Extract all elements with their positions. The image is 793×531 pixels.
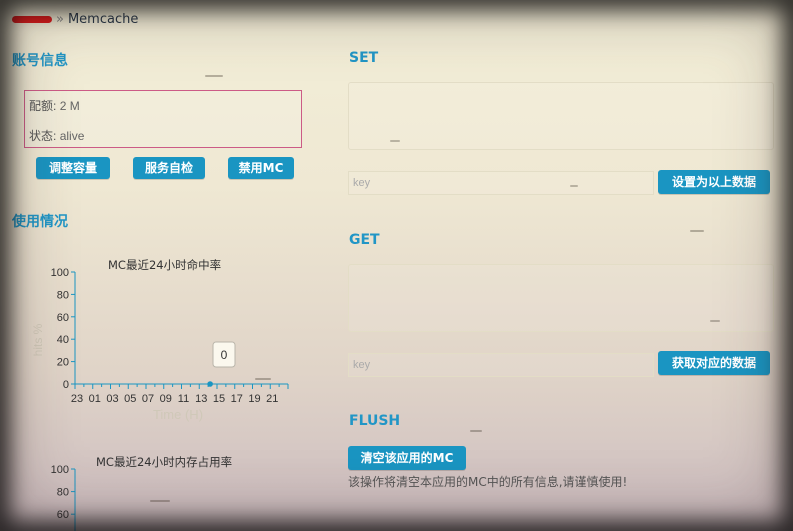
memory-usage-y-tick-label: 100 — [51, 464, 69, 476]
self-check-button[interactable]: 服务自检 — [133, 157, 205, 179]
memory-usage-chart: 60 80 100 — [51, 464, 76, 531]
hit-rate-y-tick-label: 20 — [57, 357, 69, 369]
status-row: 状态: alive — [29, 129, 85, 143]
hit-rate-y-tick-label: 0 — [63, 379, 69, 391]
usage-title: 使用情况 — [12, 214, 68, 230]
hit-rate-y-tick-label: 80 — [57, 289, 69, 301]
hit-rate-x-tick-label: 11 — [178, 393, 189, 405]
flush-mc-button[interactable]: 清空该应用的MC — [348, 446, 466, 470]
breadcrumb-current: Memcache — [67, 12, 139, 27]
hit-rate-x-tick-label: 13 — [195, 393, 207, 405]
disable-mc-button[interactable]: 禁用MC — [228, 157, 294, 179]
page-frame: » Memcache 账号信息 配额: 2 M 状态: alive 调整容量 服… — [0, 0, 793, 531]
resize-capacity-button[interactable]: 调整容量 — [36, 157, 110, 179]
set-value-textarea[interactable] — [348, 82, 774, 150]
memory-usage-y-tick-label: 80 — [57, 487, 69, 499]
hit-rate-y-tick-label: 40 — [57, 334, 69, 346]
account-info-title: 账号信息 — [12, 53, 68, 69]
hit-rate-y-tick-label: 100 — [51, 267, 69, 279]
hit-rate-tooltip: 0 — [212, 341, 236, 368]
get-value-textarea[interactable] — [348, 264, 774, 332]
get-title: GET — [349, 232, 380, 248]
hit-rate-chart: hits % Time (H) 0 20 40 60 80 100 23 01 03 05 07 09… — [31, 267, 289, 422]
hit-rate-x-tick-label: 03 — [106, 393, 118, 405]
texture-speck — [205, 75, 223, 77]
status-value: alive — [59, 129, 85, 143]
quota-label: 配额 — [29, 99, 54, 113]
quota-value: 2 M — [59, 99, 80, 113]
quota-row: 配额: 2 M — [29, 99, 80, 113]
account-info-box: 配额: 2 M 状态: alive — [24, 90, 302, 148]
flush-warning-note: 该操作将清空本应用的MC中的所有信息,请谨慎使用! — [348, 475, 628, 489]
get-data-button[interactable]: 获取对应的数据 — [658, 351, 770, 375]
hit-rate-tooltip-value: 0 — [221, 348, 228, 362]
hit-rate-y-axis-label: hits % — [31, 323, 45, 356]
texture-speck — [690, 230, 704, 232]
flush-title: FLUSH — [349, 413, 401, 429]
hit-rate-x-tick-label: 17 — [231, 393, 243, 405]
set-key-input[interactable]: key — [348, 171, 654, 195]
texture-speck — [470, 430, 482, 432]
hit-rate-data-point — [207, 381, 213, 387]
breadcrumb-separator: » — [56, 12, 64, 27]
breadcrumb: » Memcache — [12, 12, 138, 27]
set-title: SET — [349, 50, 379, 66]
hit-rate-x-tick-label: 15 — [213, 393, 225, 405]
hit-rate-x-tick-label: 01 — [89, 393, 101, 405]
redacted-app-name[interactable] — [12, 16, 52, 23]
status-label: 状态 — [29, 129, 54, 143]
hit-rate-y-tick-label: 60 — [57, 312, 69, 324]
hit-rate-x-tick-label: 07 — [142, 393, 154, 405]
texture-speck — [150, 500, 170, 502]
get-key-input[interactable]: key — [348, 353, 654, 377]
hit-rate-x-tick-label: 21 — [266, 393, 278, 405]
hit-rate-x-tick-label: 09 — [160, 393, 172, 405]
hit-rate-x-tick-label: 05 — [124, 393, 136, 405]
hit-rate-x-tick-label: 23 — [71, 393, 83, 405]
hit-rate-x-tick-label: 19 — [248, 393, 260, 405]
memory-usage-y-tick-label: 60 — [57, 509, 69, 521]
set-data-button[interactable]: 设置为以上数据 — [658, 170, 770, 194]
hit-rate-x-axis-label: Time (H) — [153, 407, 203, 422]
